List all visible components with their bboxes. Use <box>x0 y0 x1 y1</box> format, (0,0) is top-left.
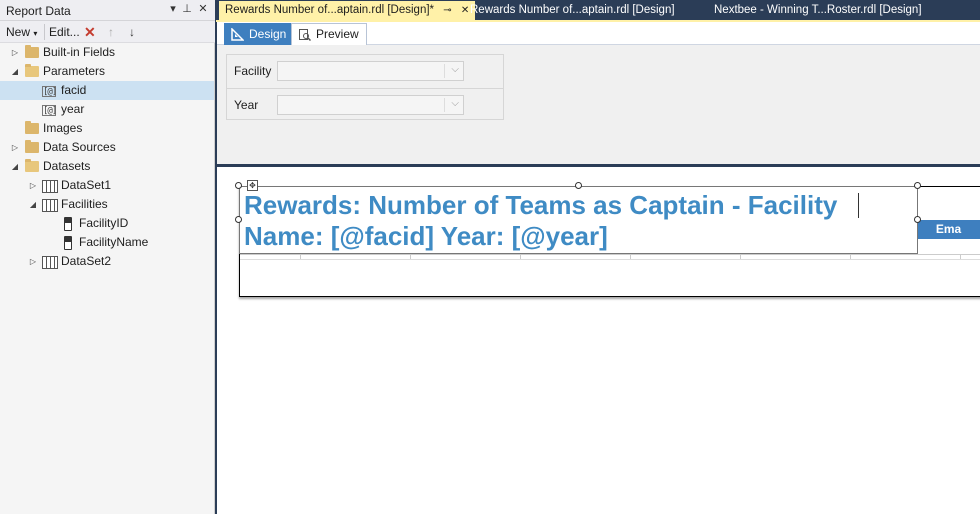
doc-tab-rewards-captain-design-modified[interactable]: Rewards Number of...aptain.rdl [Design]*… <box>219 1 476 20</box>
select-divider <box>444 64 445 78</box>
doc-tab-label: Rewards Number of...aptain.rdl [Design] <box>470 4 675 16</box>
parameter-box: Facility ⌵ Year ⌵ <box>226 54 504 120</box>
resize-handle[interactable] <box>235 182 242 189</box>
expand-arrow-icon[interactable]: ▷ <box>10 43 20 62</box>
tree-item-label: Images <box>43 121 83 135</box>
tab-design-label: Design <box>249 27 287 41</box>
folder-open-icon <box>25 159 39 172</box>
tree-item-field-facilityname[interactable]: FacilityName <box>0 233 214 252</box>
chevron-down-icon: ⌵ <box>451 64 459 75</box>
doc-tab-rewards-captain-design[interactable]: Rewards Number of...aptain.rdl [Design] <box>464 1 681 20</box>
parameter-label: Facility <box>234 64 272 78</box>
collapse-arrow-icon[interactable]: ◢ <box>10 62 20 81</box>
tree-item-label: Datasets <box>43 159 91 173</box>
delete-icon[interactable]: ✕ <box>84 24 96 40</box>
tab-preview-label: Preview <box>316 27 359 41</box>
tree-item-label: Built-in Fields <box>43 45 116 59</box>
tree-item-label: year <box>61 102 85 116</box>
tree-item-data-sources[interactable]: ▷ Data Sources <box>0 138 214 157</box>
chevron-down-icon: ⌵ <box>451 98 459 109</box>
text-cursor <box>858 193 859 218</box>
tree-item-label: DataSet1 <box>61 178 112 192</box>
folder-open-icon <box>25 64 39 77</box>
tree-item-parameter-facid[interactable]: [@] facid <box>0 81 214 100</box>
dataset-icon <box>42 180 58 193</box>
collapse-arrow-icon[interactable]: ◢ <box>10 157 20 176</box>
year-select[interactable]: ⌵ <box>277 95 464 115</box>
report-title-text[interactable]: Rewards: Number of Teams as Captain - Fa… <box>244 190 894 252</box>
folder-icon <box>25 45 39 58</box>
tab-design[interactable]: Design <box>224 23 295 45</box>
resize-handle[interactable] <box>914 182 921 189</box>
tree-item-parameters[interactable]: ◢ Parameters <box>0 62 214 81</box>
tree-item-images[interactable]: Images <box>0 119 214 138</box>
select-divider <box>444 98 445 112</box>
report-title-textbox[interactable]: Rewards: Number of Teams as Captain - Fa… <box>239 186 918 254</box>
move-handle-icon[interactable]: ✥ <box>247 180 258 191</box>
tree-item-label: DataSet2 <box>61 254 112 268</box>
pin-icon[interactable]: ⊥ <box>180 2 194 18</box>
resize-handle[interactable] <box>235 216 242 223</box>
parameter-row-year: Year ⌵ <box>227 88 503 120</box>
tablix-detail-row[interactable] <box>240 254 980 260</box>
close-pane-icon[interactable]: ✕ <box>196 2 210 18</box>
report-data-pane: Report Data ▾ ⊥ ✕ New ▾ Edit... ✕ ↑ ↓ ▷ … <box>0 0 215 514</box>
parameter-label: Year <box>234 98 259 112</box>
tree-item-dataset2[interactable]: ▷ DataSet2 <box>0 252 214 271</box>
tab-preview[interactable]: Preview <box>291 23 367 45</box>
pin-tab-icon[interactable]: ⊸ <box>443 5 451 16</box>
design-icon <box>231 28 244 41</box>
pane-toolbar: New ▾ Edit... ✕ ↑ ↓ <box>0 21 215 43</box>
preview-icon <box>299 29 311 41</box>
pane-menu-dropdown-icon[interactable]: ▾ <box>166 2 180 18</box>
tree-item-dataset1[interactable]: ▷ DataSet1 <box>0 176 214 195</box>
tree-item-label: FacilityName <box>79 235 149 249</box>
tree-item-label: FacilityID <box>79 216 129 230</box>
document-tab-bar: Rewards Number of...aptain.rdl [Design]*… <box>216 0 980 20</box>
doc-tab-label: Nextbee - Winning T...Roster.rdl [Design… <box>714 4 922 16</box>
tree-item-label: Parameters <box>43 64 106 78</box>
folder-icon <box>25 121 39 134</box>
resize-handle[interactable] <box>575 182 582 189</box>
move-down-icon[interactable]: ↓ <box>129 24 135 40</box>
tree-item-label: facid <box>61 83 87 97</box>
new-button[interactable]: New ▾ <box>6 24 37 40</box>
doc-tab-label: Rewards Number of...aptain.rdl [Design]* <box>225 4 435 16</box>
tree-item-label: Facilities <box>61 197 108 211</box>
parameter-icon: [@] <box>42 86 57 97</box>
parameter-icon: [@] <box>42 105 57 116</box>
field-icon <box>64 217 72 231</box>
parameter-row-facility: Facility ⌵ <box>227 55 503 87</box>
tree-item-facilities[interactable]: ◢ Facilities <box>0 195 214 214</box>
tree-item-built-in-fields[interactable]: ▷ Built-in Fields <box>0 43 214 62</box>
tree-item-field-facilityid[interactable]: FacilityID <box>0 214 214 233</box>
tree-item-label: Data Sources <box>43 140 116 154</box>
tree-item-datasets[interactable]: ◢ Datasets <box>0 157 214 176</box>
move-up-icon[interactable]: ↑ <box>108 24 114 40</box>
facility-select[interactable]: ⌵ <box>277 61 464 81</box>
expand-arrow-icon[interactable]: ▷ <box>28 176 38 195</box>
expand-arrow-icon[interactable]: ▷ <box>10 138 20 157</box>
collapse-arrow-icon[interactable]: ◢ <box>28 195 38 214</box>
field-icon <box>64 236 72 250</box>
resize-handle[interactable] <box>914 216 921 223</box>
edit-button[interactable]: Edit... <box>49 24 80 40</box>
dataset-icon <box>42 256 58 269</box>
view-tabs: Design Preview <box>217 22 980 45</box>
parameter-divider[interactable] <box>217 164 980 167</box>
tree-item-parameter-year[interactable]: [@] year <box>0 100 214 119</box>
dataset-icon <box>42 199 58 212</box>
folder-icon <box>25 140 39 153</box>
doc-tab-nextbee-roster-design[interactable]: Nextbee - Winning T...Roster.rdl [Design… <box>708 1 928 20</box>
expand-arrow-icon[interactable]: ▷ <box>28 252 38 271</box>
toolbar-separator <box>44 24 45 40</box>
tablix-column-header[interactable]: Ema <box>917 220 980 239</box>
